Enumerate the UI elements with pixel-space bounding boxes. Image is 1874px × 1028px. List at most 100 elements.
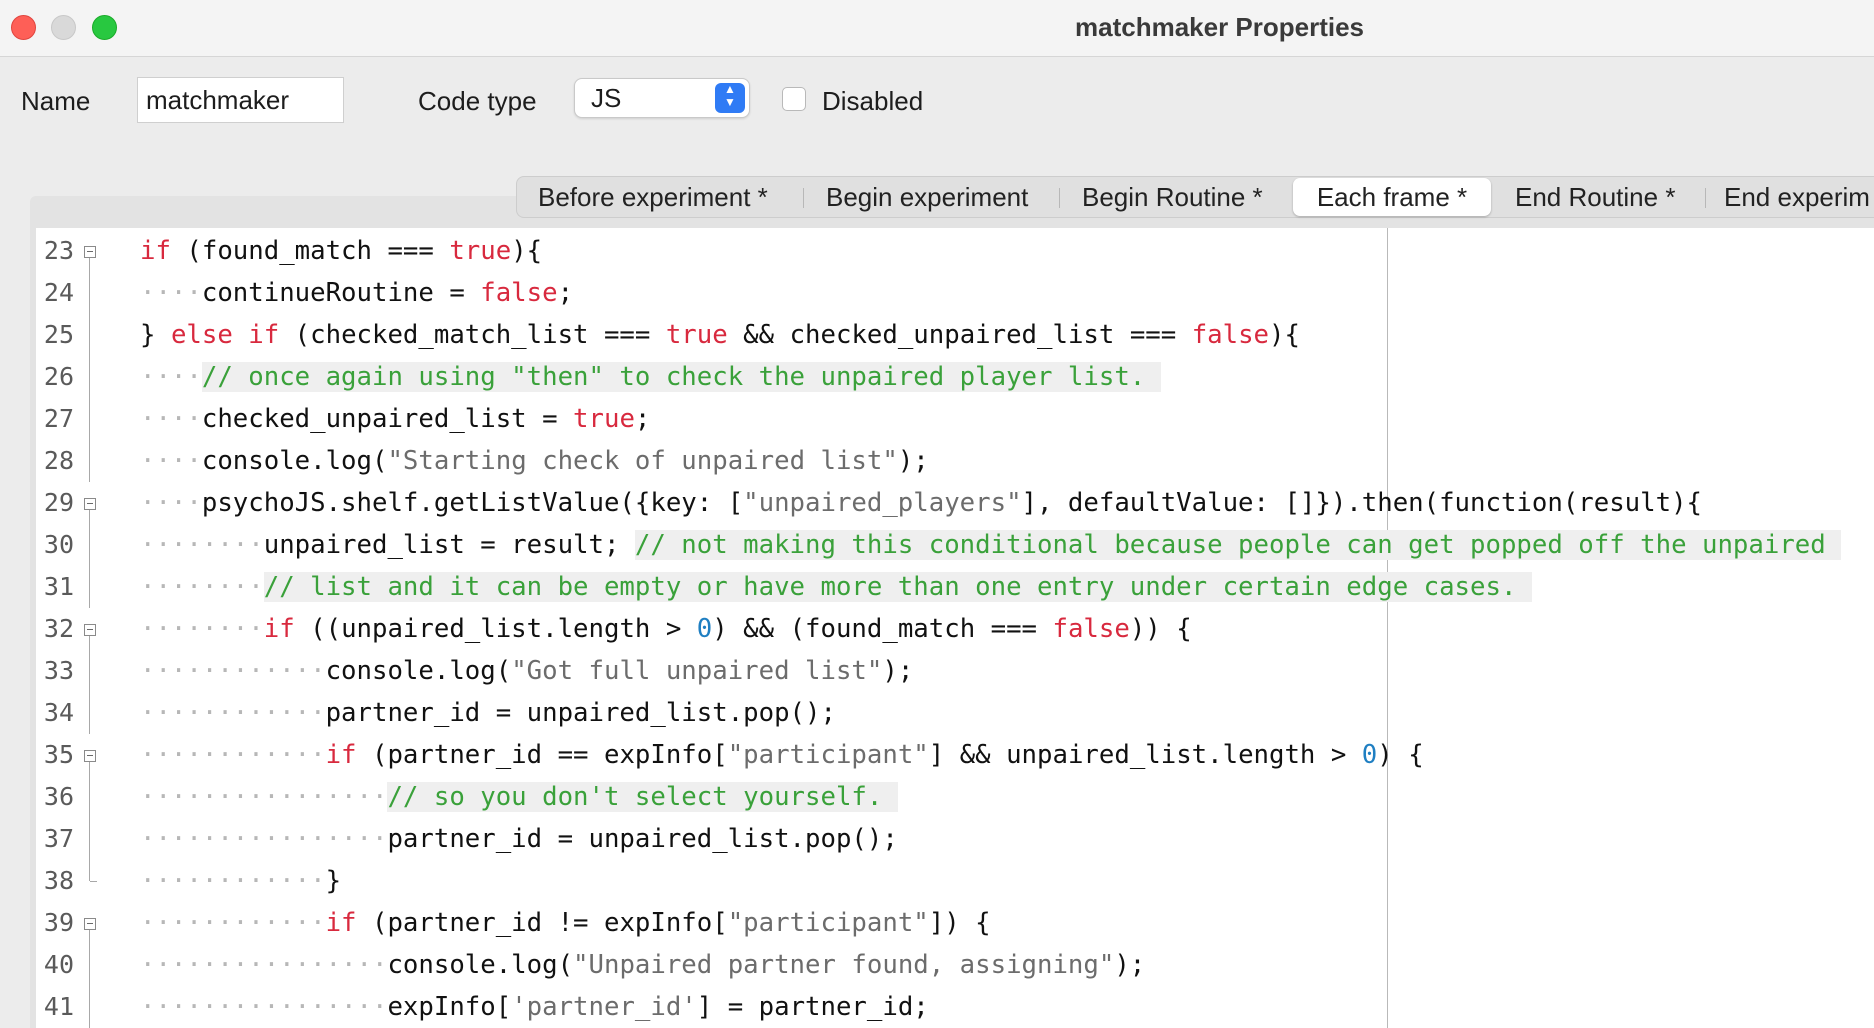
code-token: else if [170,320,280,350]
tab-end-experiment[interactable]: End experim [1724,177,1870,217]
code-token: ············ [140,698,326,728]
code-text[interactable]: if (found_match === true){····continueRo… [140,230,1842,1028]
code-token: ········ [140,530,264,560]
code-token: false [1052,614,1130,644]
code-token: if [325,908,357,938]
code-line: if (found_match === true){ [140,230,1841,272]
code-token: ················ [140,824,388,854]
code-token: ········ [140,614,264,644]
fold-guide-line [89,272,90,314]
minimize-window-button[interactable] [51,15,76,40]
code-token: partner_id = unpaired_list.pop(); [325,698,836,728]
fold-toggle-icon[interactable] [84,750,96,762]
code-line: ············if (partner_id != expInfo["p… [140,902,1841,944]
line-number: 38 [43,866,74,895]
tab-each-frame[interactable]: Each frame * [1293,178,1491,216]
name-input[interactable] [137,77,344,123]
code-token: ············ [140,740,326,770]
line-number: 31 [43,572,74,601]
code-token: ); [1114,950,1146,980]
code-token: "participant" [727,908,929,938]
code-token: if [325,740,357,770]
code-token: checked_unpaired_list = [201,404,574,434]
code-token: ················ [140,992,388,1022]
fold-guide-line [89,692,90,734]
code-line: ············console.log("Got full unpair… [140,650,1841,692]
tab-before-experiment[interactable]: Before experiment * [538,177,768,217]
line-number: 28 [43,446,74,475]
code-token: ; [557,278,574,308]
close-window-button[interactable] [11,15,36,40]
title-bar: matchmaker Properties [0,0,1874,57]
code-token: ················ [140,782,388,812]
code-line: ····console.log("Starting check of unpai… [140,440,1841,482]
line-number: 23 [43,236,74,265]
zoom-window-button[interactable] [92,15,117,40]
code-token: false [1191,320,1270,350]
code-token: ); [882,656,914,686]
line-number: 39 [43,908,74,937]
line-number: 27 [43,404,74,433]
code-line: ················partner_id = unpaired_li… [140,818,1841,860]
line-number: 35 [43,740,74,769]
code-line: ········if ((unpaired_list.length > 0) &… [140,608,1841,650]
fold-guide-line [89,398,90,440]
fold-guide-line [89,440,90,482]
code-token: ···· [140,362,202,392]
tab-begin-experiment[interactable]: Begin experiment [826,177,1028,217]
code-token: expInfo[ [387,992,512,1022]
code-type-select[interactable]: JS ▲ ▼ [574,78,750,118]
code-line: ········// list and it can be empty or h… [140,566,1841,608]
code-editor[interactable]: 23 24 25 26 27 28 29 30 31 32 33 34 35 36 37 38 39 40 41 i… [36,228,1874,1028]
code-token: console.log( [387,950,574,980]
tab-end-routine[interactable]: End Routine * [1515,177,1675,217]
tab-separator [803,188,804,208]
code-token: // list and it can be empty or have more… [263,572,1532,602]
code-line: ················expInfo['partner_id'] = … [140,986,1841,1028]
code-token: if [140,236,171,266]
code-line: ····checked_unpaired_list = true; [140,398,1841,440]
code-line: ····psychoJS.shelf.getListValue({key: ["… [140,482,1841,524]
fold-guide-line [89,986,90,1028]
code-token: ; [634,404,651,434]
code-token: true [449,236,512,266]
line-number: 26 [43,362,74,391]
code-token: ); [897,446,929,476]
fold-guide-line [89,860,90,881]
fold-toggle-icon[interactable] [84,624,96,636]
code-token: true [665,320,728,350]
code-token: } [140,320,171,350]
code-token: 0 [1361,740,1378,770]
line-number: 33 [43,656,74,685]
tab-separator [1059,188,1060,208]
code-line: ············partner_id = unpaired_list.p… [140,692,1841,734]
tab-begin-routine[interactable]: Begin Routine * [1082,177,1263,217]
disabled-checkbox[interactable] [782,87,806,111]
code-line: ············} [140,860,1841,902]
code-token: // once again using "then" to check the … [201,362,1161,392]
code-token: (found_match === [170,236,450,266]
code-line: } else if (checked_match_list === true &… [140,314,1841,356]
code-token: // so you don't select yourself. [387,782,898,812]
code-token: partner_id = unpaired_list.pop(); [387,824,898,854]
code-token: "Got full unpaired list" [511,656,883,686]
fold-toggle-icon[interactable] [84,498,96,510]
code-token: } [325,866,342,896]
code-line: ····// once again using "then" to check … [140,356,1841,398]
code-token: "participant" [727,740,929,770]
fold-guide-line [89,944,90,986]
code-token: ················ [140,950,388,980]
code-token: console.log( [325,656,512,686]
code-type-value: JS [591,83,622,113]
code-token: unpaired_list = result; [263,530,635,560]
code-token: ((unpaired_list.length > [294,614,697,644]
code-token: // not making this conditional because p… [634,530,1842,560]
code-token: ···· [140,404,202,434]
fold-toggle-icon[interactable] [84,246,96,258]
code-token: ] = partner_id; [696,992,929,1022]
code-token: ···· [140,446,202,476]
tab-bar: Before experiment * Begin experiment Beg… [516,176,1874,218]
code-token: ]) { [928,908,991,938]
fold-toggle-icon[interactable] [84,918,96,930]
code-token: "Unpaired partner found, assigning" [573,950,1115,980]
